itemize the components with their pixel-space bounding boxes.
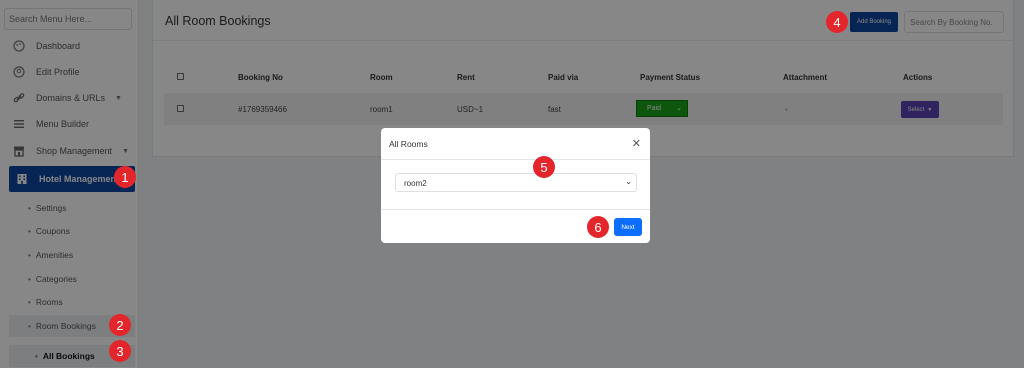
step-marker-4: 4 bbox=[826, 11, 848, 33]
modal-title: All Rooms bbox=[389, 139, 428, 149]
step-marker-6: 6 bbox=[587, 216, 609, 238]
close-icon[interactable]: ✕ bbox=[632, 137, 641, 150]
step-marker-1: 1 bbox=[114, 166, 136, 188]
chevron-down-icon: ⌄ bbox=[625, 177, 632, 186]
divider bbox=[381, 209, 650, 210]
room-select-value: room2 bbox=[404, 179, 427, 188]
divider bbox=[381, 159, 650, 160]
step-marker-5: 5 bbox=[533, 156, 555, 178]
next-button[interactable]: Next bbox=[614, 218, 642, 236]
step-marker-2: 2 bbox=[109, 314, 131, 336]
step-marker-3: 3 bbox=[109, 340, 131, 362]
room-select[interactable]: room2 ⌄ bbox=[395, 173, 637, 192]
all-rooms-modal: All Rooms ✕ room2 ⌄ Next bbox=[381, 128, 650, 243]
